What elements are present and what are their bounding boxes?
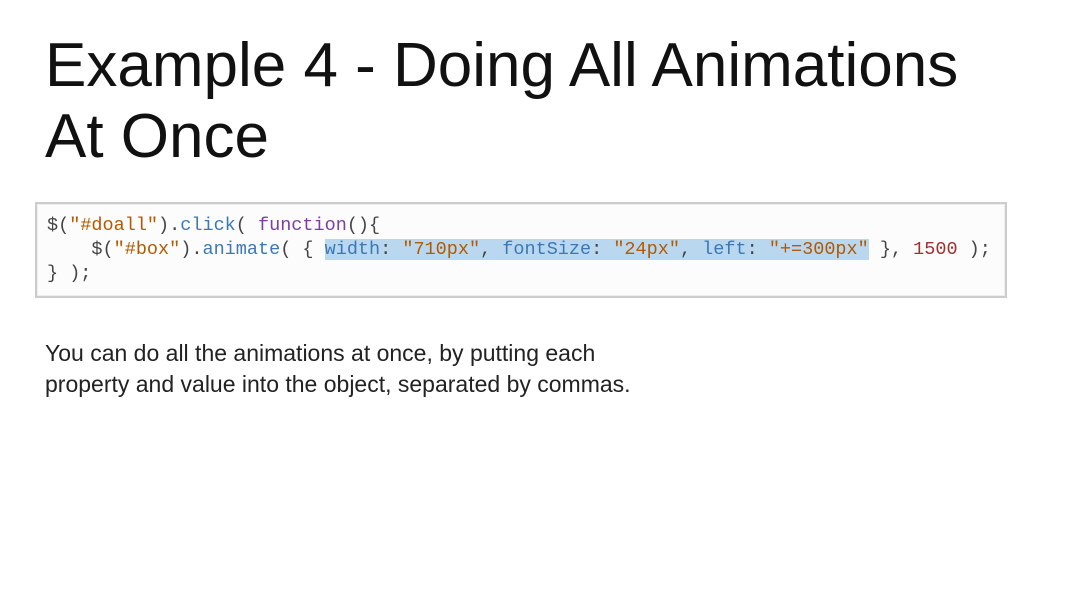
code-token: "+=300px" [769,239,869,260]
code-token: ( [236,215,258,236]
code-token: function [258,215,347,236]
code-token: $( [47,239,114,260]
code-token: 1500 [913,239,957,260]
code-token: : [591,239,613,260]
code-token: width [325,239,381,260]
code-token: , [680,239,702,260]
code-token: animate [202,239,280,260]
code-token: $( [47,215,69,236]
code-token: "24px" [613,239,680,260]
code: $("#doall").click( function(){ $("#box")… [47,214,995,286]
code-token: : [380,239,402,260]
code-token: ); [958,239,991,260]
code-token: }, [869,239,913,260]
explanation-text: You can do all the animations at once, b… [45,338,685,400]
code-token: "710px" [402,239,480,260]
code-token: ). [180,239,202,260]
code-token: fontSize [502,239,591,260]
code-token: ). [158,215,180,236]
code-token: left [702,239,746,260]
slide: Example 4 - Doing All Animations At Once… [0,0,1074,400]
code-token: click [180,215,236,236]
slide-title: Example 4 - Doing All Animations At Once [45,30,1029,172]
code-highlight: width: "710px", fontSize: "24px", left: … [325,239,869,260]
code-block: $("#doall").click( function(){ $("#box")… [35,202,1007,298]
code-token: ( { [280,239,324,260]
code-token: (){ [347,215,380,236]
code-token: "#box" [114,239,181,260]
code-token: : [747,239,769,260]
code-token: } ); [47,263,91,284]
code-token: , [480,239,502,260]
code-token: "#doall" [69,215,158,236]
